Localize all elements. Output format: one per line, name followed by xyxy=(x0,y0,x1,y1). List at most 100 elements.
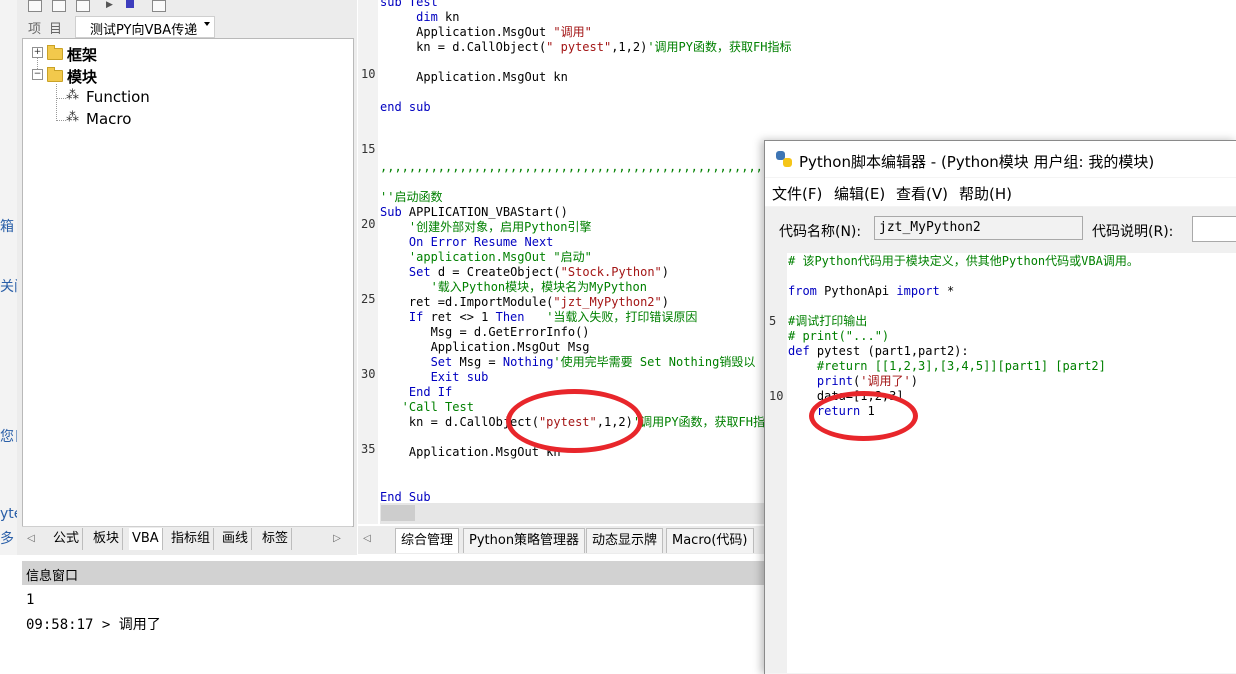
code-line: Application.MsgOut kn xyxy=(380,70,568,85)
code-token: End Sub xyxy=(380,490,431,504)
code-line: On Error Resume Next xyxy=(380,235,554,250)
code-token: '调用了' xyxy=(860,374,911,388)
tab-indicator-group[interactable]: 指标组 xyxy=(168,528,215,550)
code-token: Msg = d.GetErrorInfo() xyxy=(380,325,590,339)
tree-connector xyxy=(56,84,57,121)
python-editor-title: Python脚本编辑器 - (Python模块 用户组: 我的模块) xyxy=(799,153,1155,171)
code-token: End If xyxy=(408,385,453,399)
annotation-circle xyxy=(809,391,918,441)
horizontal-scrollbar[interactable] xyxy=(380,503,764,524)
code-line: '载入Python模块，模块名为MyPython xyxy=(380,280,647,295)
tab-scroll-left-icon[interactable]: ◁ xyxy=(360,531,374,547)
code-token: PythonApi xyxy=(816,284,897,298)
stop-icon[interactable] xyxy=(126,0,134,8)
code-token: Application.MsgOut Msg xyxy=(380,340,590,354)
code-token: from xyxy=(788,284,817,298)
code-line: 'application.MsgOut "启动" xyxy=(380,250,592,265)
code-line: ret =d.ImportModule("jzt_MyPython2") xyxy=(380,295,669,310)
tab-python-strategy-manager[interactable]: Python策略管理器 xyxy=(463,528,586,553)
project-label: 项目 xyxy=(28,22,71,37)
tree-expand-icon[interactable]: + xyxy=(32,47,43,58)
line-number: 35 xyxy=(361,442,376,456)
code-token: end sub xyxy=(380,100,431,114)
copy-icon[interactable] xyxy=(152,0,166,12)
code-token: Sub xyxy=(380,205,402,219)
code-token: pytest (part1,part2): xyxy=(809,344,969,358)
tab-scroll-right-icon[interactable]: ▷ xyxy=(330,531,344,547)
macro-icon: ⁂ xyxy=(66,110,79,125)
tree-connector xyxy=(56,98,66,99)
code-token: '调用PY函数，获取FH指 xyxy=(632,415,765,429)
project-toolbar: ▶ xyxy=(22,0,357,14)
code-token: d = CreateObject( xyxy=(430,265,561,279)
new-icon[interactable] xyxy=(28,0,42,12)
code-line: #调试打印输出 xyxy=(788,314,867,329)
menu-help[interactable]: 帮助(H) xyxy=(959,183,1012,204)
code-token: If xyxy=(408,310,424,324)
code-token: Exit sub xyxy=(430,370,489,384)
code-token: APPLICATION_VBAStart() xyxy=(401,205,568,219)
tab-vba[interactable]: VBA xyxy=(129,528,163,550)
code-token: '调用PY函数，获取FH指标 xyxy=(647,40,792,54)
tab-drawing[interactable]: 画线 xyxy=(219,528,253,550)
code-token: #调试打印输出 xyxy=(788,314,868,328)
tab-macro-code[interactable]: Macro(代码) xyxy=(666,528,754,553)
line-number: 15 xyxy=(361,142,376,156)
background-text-fragment: 关闭 xyxy=(0,279,17,295)
tree-connector xyxy=(56,120,66,121)
tab-general-management[interactable]: 综合管理 xyxy=(395,528,460,553)
scrollbar-thumb[interactable] xyxy=(381,505,415,521)
background-window-bottom xyxy=(0,555,22,673)
background-window-strip: 箱 关闭 您日 yte 多 xyxy=(0,0,18,555)
code-token: '载入Python模块，模块名为MyPython xyxy=(380,280,647,294)
code-line: kn = d.CallObject(" pytest",1,2)'调用PY函数，… xyxy=(380,40,791,55)
tree-node-module[interactable]: 模块 xyxy=(67,66,97,87)
run-icon[interactable]: ▶ xyxy=(106,0,113,10)
code-token: * xyxy=(939,284,955,298)
tree-node-framework[interactable]: 框架 xyxy=(67,44,97,65)
code-token: ''启动函数 xyxy=(380,190,443,204)
chevron-down-icon[interactable] xyxy=(204,22,210,26)
save-icon[interactable] xyxy=(52,0,66,12)
code-token: ) xyxy=(661,265,670,279)
code-line: Exit sub xyxy=(380,370,489,385)
tree-node-function[interactable]: Function xyxy=(86,88,150,106)
code-line: Application.MsgOut Msg xyxy=(380,340,590,355)
tab-dynamic-display[interactable]: 动态显示牌 xyxy=(586,528,664,553)
tab-label[interactable]: 标签 xyxy=(259,528,293,550)
menu-edit[interactable]: 编辑(E) xyxy=(834,183,885,204)
code-token: " pytest" xyxy=(546,40,612,54)
code-line: Application.MsgOut kn xyxy=(380,445,561,460)
tab-scroll-left-icon[interactable]: ◁ xyxy=(24,531,38,547)
menu-file[interactable]: 文件(F) xyxy=(772,183,822,204)
code-name-field[interactable]: jzt_MyPython2 xyxy=(874,216,1083,240)
project-select-value: 测试PY向VBA传递 xyxy=(90,23,198,38)
tree-collapse-icon[interactable]: − xyxy=(32,69,43,80)
menu-view[interactable]: 查看(V) xyxy=(896,183,948,204)
tab-sector[interactable]: 板块 xyxy=(90,528,124,550)
code-token: #return [[1,2,3],[3,4,5]][part1] [part2] xyxy=(788,359,1106,373)
code-token: def xyxy=(788,344,810,358)
code-line: # print("...") xyxy=(788,329,889,344)
code-token: print xyxy=(816,374,854,388)
print-icon[interactable] xyxy=(76,0,90,12)
line-number: 20 xyxy=(361,217,376,231)
code-line: from PythonApi import * xyxy=(788,284,954,299)
python-logo-icon xyxy=(783,158,792,167)
tree-node-macro[interactable]: Macro xyxy=(86,110,131,128)
code-token: On Error Resume Next xyxy=(408,235,554,249)
code-line: print('调用了') xyxy=(788,374,918,389)
tab-formula[interactable]: 公式 xyxy=(50,528,84,550)
code-token: ) xyxy=(910,374,918,388)
code-line: Sub APPLICATION_VBAStart() xyxy=(380,205,568,220)
code-token: Set xyxy=(430,355,453,369)
code-desc-field[interactable] xyxy=(1192,216,1236,242)
code-token: Application.MsgOut kn xyxy=(380,445,561,459)
code-token: '使用完毕需要 Set Nothing销毁以 xyxy=(553,355,756,369)
code-token: '创建外部对象，启用Python引擎 xyxy=(380,220,592,234)
